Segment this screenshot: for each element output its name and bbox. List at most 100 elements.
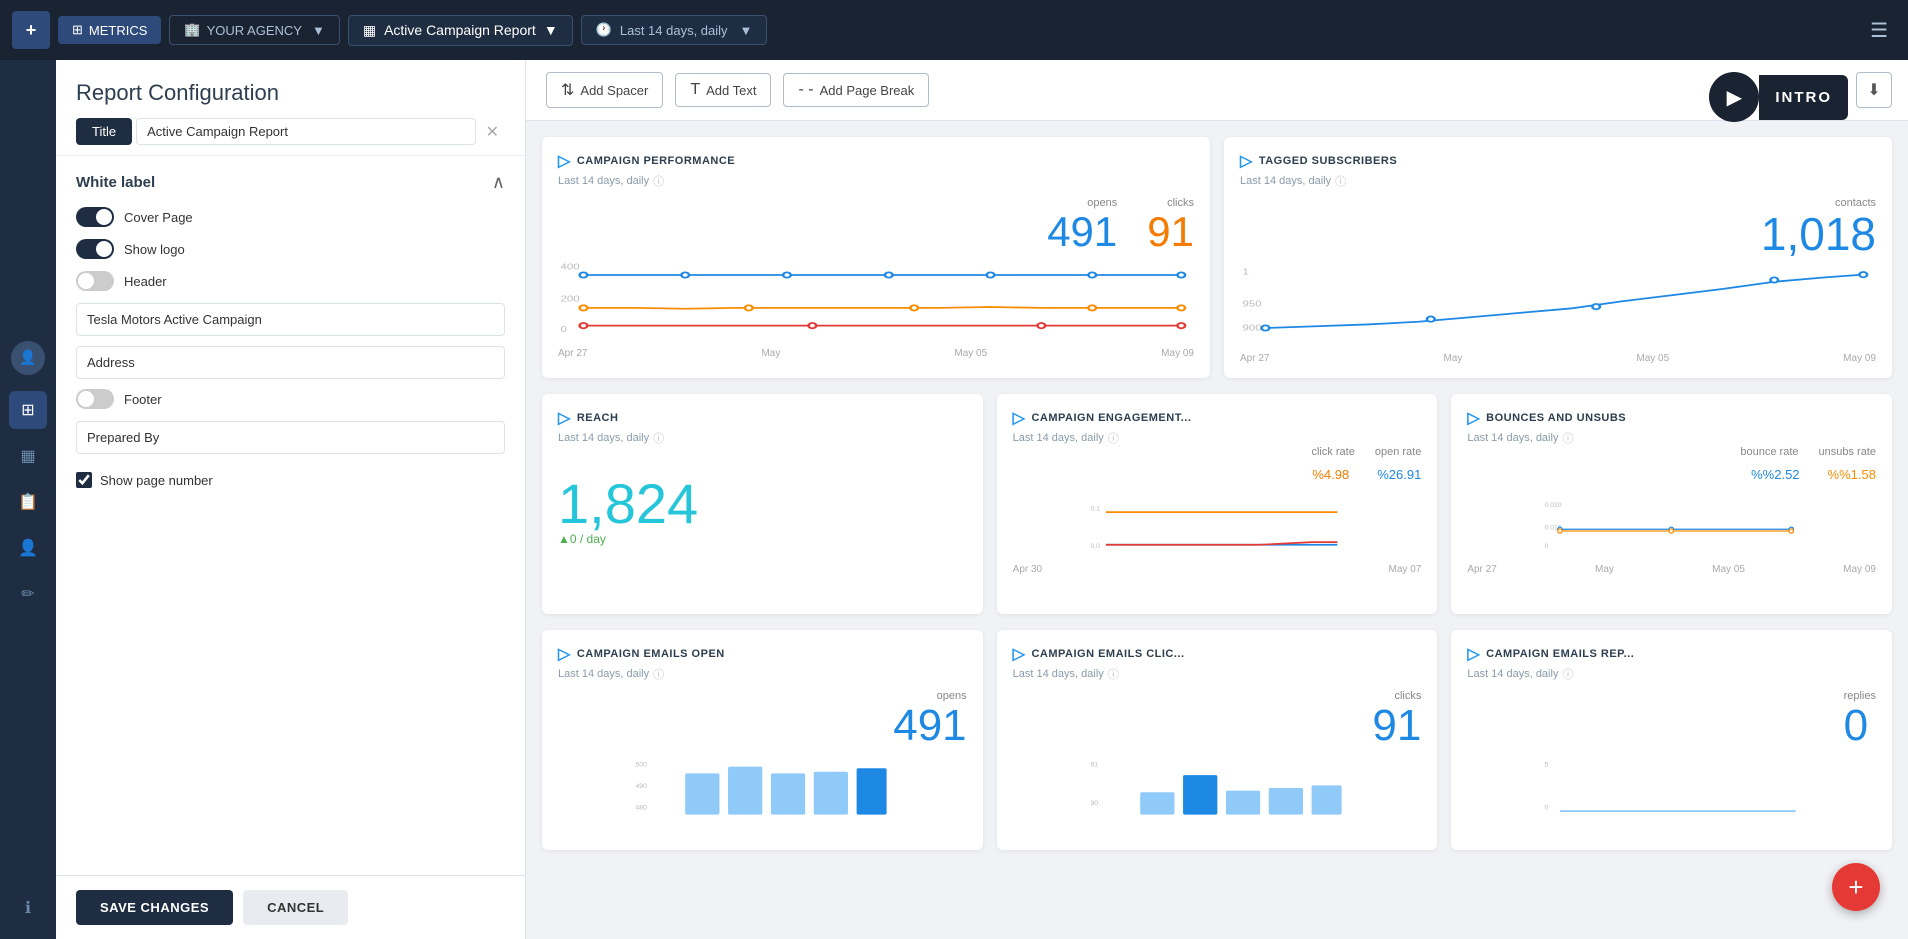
app-name-button[interactable]: ⊞ METRICS bbox=[58, 16, 161, 44]
config-tab-title[interactable]: Title bbox=[76, 118, 132, 145]
emails-replies-metric: 0 bbox=[1844, 702, 1876, 750]
card-subtitle: Last 14 days, daily ⓘ bbox=[1467, 430, 1876, 446]
download-icon: ⬇ bbox=[1867, 80, 1880, 100]
add-text-button[interactable]: T Add Text bbox=[675, 73, 771, 107]
add-page-break-button[interactable]: - - Add Page Break bbox=[783, 73, 929, 107]
campaign-name-input[interactable] bbox=[76, 303, 505, 336]
intro-play-button[interactable]: ▶ bbox=[1709, 72, 1759, 122]
sidebar-item-info[interactable]: ℹ bbox=[9, 889, 47, 927]
svg-text:0.020: 0.020 bbox=[1545, 502, 1562, 509]
footer-toggle-row: Footer bbox=[76, 389, 505, 409]
agency-dropdown[interactable]: 🏢 YOUR AGENCY ▼ bbox=[169, 15, 339, 45]
main-content: ⇅ Add Spacer T Add Text - - Add Page Bre… bbox=[526, 60, 1908, 939]
info-circle-icon: ⓘ bbox=[653, 430, 664, 446]
card-subtitle: Last 14 days, daily ⓘ bbox=[1013, 666, 1422, 682]
user-avatar[interactable]: 👤 bbox=[11, 341, 45, 375]
card-title: ▷ CAMPAIGN PERFORMANCE bbox=[558, 151, 1194, 171]
sidebar-item-home[interactable]: ⊞ bbox=[9, 391, 47, 429]
chevron-down-icon: ▼ bbox=[740, 23, 753, 38]
save-changes-button[interactable]: SAVE CHANGES bbox=[76, 890, 233, 925]
intro-label[interactable]: INTRO bbox=[1759, 75, 1848, 120]
rate-row: click rate open rate bbox=[1013, 446, 1422, 458]
opens-metric: 491 bbox=[1047, 209, 1117, 255]
footer-toggle[interactable] bbox=[76, 389, 114, 409]
clock-icon: 🕐 bbox=[596, 22, 612, 38]
prepared-by-input[interactable] bbox=[76, 421, 505, 454]
card-subtitle: Last 14 days, daily ⓘ bbox=[558, 173, 1194, 189]
show-logo-toggle-row: Show logo bbox=[76, 239, 505, 259]
info-circle-icon: ⓘ bbox=[653, 173, 664, 189]
campaign-performance-card: ▷ CAMPAIGN PERFORMANCE Last 14 days, dai… bbox=[542, 137, 1210, 378]
svg-text:0: 0 bbox=[561, 326, 568, 335]
card-title: ▷ CAMPAIGN EMAILS CLIC... bbox=[1013, 644, 1422, 664]
spacer-icon: ⇅ bbox=[561, 80, 574, 100]
opens-label: opens bbox=[893, 690, 966, 702]
cancel-button[interactable]: CANCEL bbox=[243, 890, 348, 925]
sidebar-item-dashboard[interactable]: ▦ bbox=[9, 437, 47, 475]
svg-text:490: 490 bbox=[635, 783, 647, 790]
card-subtitle: Last 14 days, daily ⓘ bbox=[1467, 666, 1876, 682]
card-title: ▷ TAGGED SUBSCRIBERS bbox=[1240, 151, 1876, 171]
info-circle-icon: ⓘ bbox=[1108, 666, 1119, 682]
address-input[interactable] bbox=[76, 346, 505, 379]
show-logo-toggle[interactable] bbox=[76, 239, 114, 259]
arrow-icon: ▷ bbox=[558, 151, 571, 171]
section-collapse-button[interactable]: ∧ bbox=[492, 172, 505, 193]
report-toolbar: ⇅ Add Spacer T Add Text - - Add Page Bre… bbox=[526, 60, 1908, 121]
config-title-input[interactable] bbox=[136, 118, 476, 145]
svg-text:950: 950 bbox=[1243, 300, 1263, 309]
chart-dates: Apr 30May 07 bbox=[1013, 564, 1422, 575]
emails-replies-card: ▷ CAMPAIGN EMAILS REP... Last 14 days, d… bbox=[1451, 630, 1892, 850]
reach-card: ▷ REACH Last 14 days, daily ⓘ 1,824 ▲0 /… bbox=[542, 394, 983, 614]
arrow-icon: ▷ bbox=[1467, 644, 1480, 664]
card-title: ▷ CAMPAIGN ENGAGEMENT... bbox=[1013, 408, 1422, 428]
emails-clicks-metric: 91 bbox=[1372, 702, 1421, 750]
grid-icon: ⊞ bbox=[72, 22, 83, 38]
arrow-icon: ▷ bbox=[1240, 151, 1253, 171]
arrow-icon: ▷ bbox=[558, 644, 571, 664]
add-spacer-button[interactable]: ⇅ Add Spacer bbox=[546, 72, 663, 108]
tagged-subscribers-card: ▷ TAGGED SUBSCRIBERS Last 14 days, daily… bbox=[1224, 137, 1892, 378]
svg-text:0.1: 0.1 bbox=[1090, 505, 1100, 512]
arrow-icon: ▷ bbox=[1467, 408, 1480, 428]
config-tab-close-button[interactable]: ✕ bbox=[480, 118, 505, 145]
hamburger-menu-button[interactable]: ☰ bbox=[1862, 14, 1896, 47]
unsubs-rate-metric: %%1.58 bbox=[1828, 462, 1876, 485]
svg-text:0.0: 0.0 bbox=[1090, 543, 1100, 550]
sidebar-item-reports[interactable]: 📋 bbox=[9, 483, 47, 521]
add-fab-button[interactable]: + bbox=[1832, 863, 1880, 911]
download-button[interactable]: ⬇ bbox=[1856, 72, 1892, 108]
card-subtitle: Last 14 days, daily ⓘ bbox=[1013, 430, 1422, 446]
campaign-engagement-card: ▷ CAMPAIGN ENGAGEMENT... Last 14 days, d… bbox=[997, 394, 1438, 614]
config-tab-row: Title ✕ bbox=[76, 118, 505, 145]
show-page-number-checkbox[interactable] bbox=[76, 472, 92, 488]
top-navigation: + ⊞ METRICS 🏢 YOUR AGENCY ▼ ▦ Active Cam… bbox=[0, 0, 1908, 60]
svg-text:0: 0 bbox=[1545, 804, 1549, 811]
page-break-icon: - - bbox=[798, 81, 813, 99]
cover-page-toggle[interactable] bbox=[76, 207, 114, 227]
tagged-sub-chart: 1 950 900 Apr 27MayMay 05May 09 bbox=[1240, 264, 1876, 364]
card-subtitle: Last 14 days, daily ⓘ bbox=[1240, 173, 1876, 189]
svg-text:91: 91 bbox=[1090, 762, 1098, 769]
svg-text:0: 0 bbox=[1545, 543, 1549, 550]
chevron-down-icon: ▼ bbox=[312, 23, 325, 38]
config-footer: SAVE CHANGES CANCEL bbox=[56, 875, 525, 939]
left-sidebar: 👤 ⊞ ▦ 📋 👤 ✏ ℹ bbox=[0, 60, 56, 939]
logo-button[interactable]: + bbox=[12, 11, 50, 49]
intro-badge[interactable]: ▶ INTRO bbox=[1709, 72, 1848, 122]
chart-dates: Apr 27MayMay 05May 09 bbox=[1467, 564, 1876, 575]
bounces-metrics: %%2.52 %%1.58 bbox=[1467, 462, 1876, 485]
card-title: ▷ CAMPAIGN EMAILS OPEN bbox=[558, 644, 967, 664]
text-icon: T bbox=[690, 81, 700, 99]
emails-clicks-card: ▷ CAMPAIGN EMAILS CLIC... Last 14 days, … bbox=[997, 630, 1438, 850]
report-title-dropdown[interactable]: ▦ Active Campaign Report ▼ bbox=[348, 15, 573, 46]
sidebar-item-users[interactable]: 👤 bbox=[9, 529, 47, 567]
card-title: ▷ REACH bbox=[558, 408, 967, 428]
info-circle-icon: ⓘ bbox=[1108, 430, 1119, 446]
header-toggle[interactable] bbox=[76, 271, 114, 291]
reach-metric: 1,824 bbox=[558, 476, 967, 532]
campaign-perf-chart: 400 200 0 bbox=[558, 259, 1194, 359]
white-label-section: White label ∧ bbox=[76, 172, 505, 193]
sidebar-item-edit[interactable]: ✏ bbox=[9, 575, 47, 613]
time-range-dropdown[interactable]: 🕐 Last 14 days, daily ▼ bbox=[581, 15, 768, 45]
